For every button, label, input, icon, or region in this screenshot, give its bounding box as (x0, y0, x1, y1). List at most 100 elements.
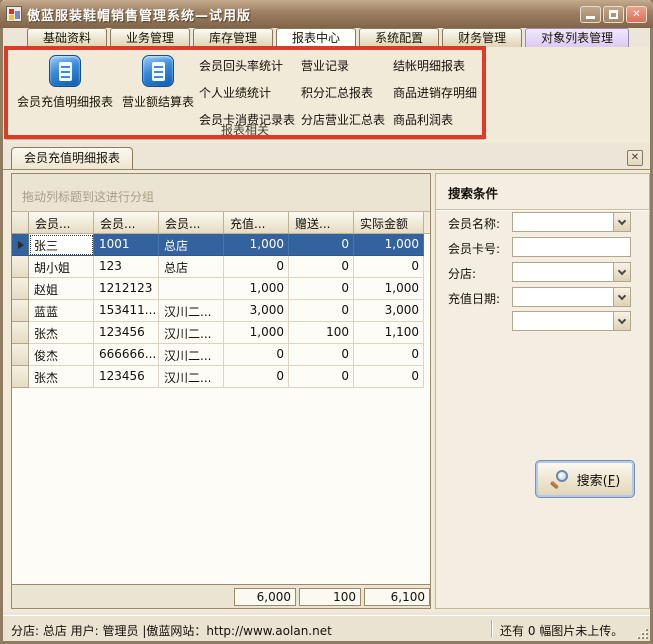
menu-tab-5[interactable]: 财务管理 (442, 28, 522, 47)
member-card-no-input[interactable] (512, 237, 631, 257)
grid-cell[interactable]: 0 (354, 366, 424, 388)
table-row[interactable]: 张杰123456汉川二...000 (12, 366, 430, 388)
grid-cell[interactable]: 153411... (94, 300, 159, 322)
grid-cell[interactable]: 1001 (94, 234, 159, 256)
grid-cell[interactable]: 0 (224, 344, 289, 366)
grid-cell[interactable]: 1,100 (354, 322, 424, 344)
row-indicator-arrow[interactable] (12, 234, 29, 256)
grid-column-header-3[interactable]: 充值... (224, 212, 289, 234)
grid-column-header-2[interactable]: 会员... (159, 212, 224, 234)
maximize-button[interactable] (603, 6, 624, 23)
grid-cell[interactable]: 汉川二... (159, 366, 224, 388)
grid-cell[interactable]: 0 (354, 344, 424, 366)
branch-combo[interactable] (512, 262, 631, 282)
table-row[interactable]: 张杰123456汉川二...1,0001001,100 (12, 322, 430, 344)
grid-cell[interactable]: 1212123 (94, 278, 159, 300)
grid-cell[interactable]: 1,000 (354, 234, 424, 256)
row-header-cell[interactable] (12, 278, 29, 300)
grid-cell[interactable]: 汉川二... (159, 322, 224, 344)
grid-cell[interactable]: 张杰 (29, 322, 94, 344)
member-card-no-value[interactable] (513, 238, 630, 256)
row-header-cell[interactable] (12, 322, 29, 344)
table-row[interactable]: 胡小姐123总店000 (12, 256, 430, 278)
ribbon-link-0-1[interactable]: 个人业绩统计 (199, 80, 299, 107)
row-header-cell[interactable] (12, 256, 29, 278)
grid-column-header-4[interactable]: 赠送... (289, 212, 354, 234)
grid-cell[interactable]: 0 (289, 278, 354, 300)
grid-cell[interactable] (159, 278, 224, 300)
big-button-turnover-report[interactable]: 营业额结算表 (118, 51, 198, 123)
chevron-down-icon[interactable] (613, 288, 630, 306)
grid-cell[interactable]: 0 (289, 366, 354, 388)
search-button[interactable]: 搜索(F) (535, 460, 635, 498)
menu-tab-4[interactable]: 系统配置 (359, 28, 439, 47)
chevron-down-icon[interactable] (613, 263, 630, 281)
row-header-cell[interactable] (12, 300, 29, 322)
grid-cell[interactable]: 3,000 (354, 300, 424, 322)
grid-cell[interactable]: 0 (224, 366, 289, 388)
grid-cell[interactable]: 0 (289, 344, 354, 366)
menu-tab-3[interactable]: 报表中心 (276, 28, 356, 47)
ribbon-link-2-0[interactable]: 结帐明细报表 (393, 53, 493, 80)
member-name-combo[interactable] (512, 212, 631, 232)
row-header-cell[interactable] (12, 366, 29, 388)
grid-cell[interactable]: 0 (289, 234, 354, 256)
grid-cell[interactable]: 0 (289, 300, 354, 322)
table-row[interactable]: 俊杰666666...汉川二...000 (12, 344, 430, 366)
grid-cell[interactable]: 123456 (94, 366, 159, 388)
grid-column-header-0[interactable]: 会员... (29, 212, 94, 234)
grid-cell[interactable]: 1,000 (224, 234, 289, 256)
grid-cell[interactable]: 赵姐 (29, 278, 94, 300)
grid-cell[interactable]: 汉川二... (159, 300, 224, 322)
grid-column-header-5[interactable]: 实际金额 (354, 212, 424, 234)
grid-cell[interactable]: 总店 (159, 234, 224, 256)
chevron-down-icon[interactable] (613, 312, 630, 330)
menu-tab-0[interactable]: 基础资料 (27, 28, 107, 47)
big-button-member-recharge-report[interactable]: 会员充值明细报表 (14, 51, 116, 123)
grid-cell[interactable]: 123 (94, 256, 159, 278)
ribbon-link-1-1[interactable]: 积分汇总报表 (301, 80, 401, 107)
tab-close-icon[interactable]: ✕ (627, 150, 643, 166)
ribbon-link-2-1[interactable]: 商品进销存明细 (393, 80, 493, 107)
grid-cell[interactable]: 1,000 (224, 278, 289, 300)
recharge-date-from-combo[interactable] (512, 287, 631, 307)
menu-tab-2[interactable]: 库存管理 (193, 28, 273, 47)
menu-tab-6[interactable]: 对象列表管理 (525, 28, 629, 47)
resize-grip[interactable] (637, 628, 649, 640)
row-header-cell[interactable] (12, 344, 29, 366)
grid-cell[interactable]: 666666... (94, 344, 159, 366)
grid-corner-cell[interactable] (12, 212, 29, 234)
grid-cell[interactable]: 张三 (29, 234, 94, 256)
grid-cell[interactable]: 1,000 (354, 278, 424, 300)
recharge-date-to-combo[interactable] (512, 311, 631, 331)
branch-value[interactable] (513, 263, 613, 281)
grid-cell[interactable]: 0 (224, 256, 289, 278)
close-button[interactable]: ✕ (626, 6, 647, 23)
grid-cell[interactable]: 总店 (159, 256, 224, 278)
grid-cell[interactable]: 100 (289, 322, 354, 344)
table-row[interactable]: 赵姐1212123 1,00001,000 (12, 278, 430, 300)
ribbon-link-1-0[interactable]: 营业记录 (301, 53, 401, 80)
recharge-date-to-value[interactable] (513, 312, 613, 330)
recharge-date-from-value[interactable] (513, 288, 613, 306)
grid-cell[interactable]: 0 (289, 256, 354, 278)
table-row[interactable]: 蓝蓝153411...汉川二...3,00003,000 (12, 300, 430, 322)
grid-cell[interactable]: 俊杰 (29, 344, 94, 366)
grid-cell[interactable]: 汉川二... (159, 344, 224, 366)
grid-cell[interactable]: 张杰 (29, 366, 94, 388)
minimize-button[interactable] (580, 6, 601, 23)
grid-cell[interactable]: 123456 (94, 322, 159, 344)
menu-tab-1[interactable]: 业务管理 (110, 28, 190, 47)
grid-cell[interactable]: 胡小姐 (29, 256, 94, 278)
grid-cell[interactable]: 0 (354, 256, 424, 278)
member-name-value[interactable] (513, 213, 613, 231)
grid-cell[interactable]: 1,000 (224, 322, 289, 344)
grid-cell[interactable]: 3,000 (224, 300, 289, 322)
table-row[interactable]: 张三1001总店1,00001,000 (12, 234, 430, 256)
grid-column-header-1[interactable]: 会员... (94, 212, 159, 234)
title-bar[interactable]: 傲蓝服装鞋帽销售管理系统—试用版 ✕ (0, 0, 653, 28)
ribbon-link-0-0[interactable]: 会员回头率统计 (199, 53, 299, 80)
grid-group-band[interactable]: 拖动列标题到这进行分组 (12, 174, 430, 212)
chevron-down-icon[interactable] (613, 213, 630, 231)
grid-cell[interactable]: 蓝蓝 (29, 300, 94, 322)
